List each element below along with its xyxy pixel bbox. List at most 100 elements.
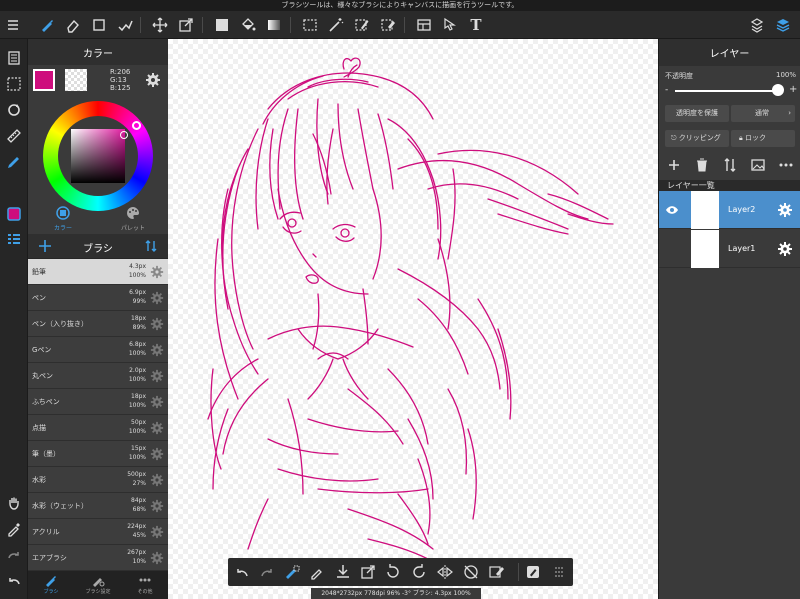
tab-palette[interactable]: パレット <box>98 202 168 238</box>
tab-other[interactable]: その他 <box>122 573 168 595</box>
tab-color[interactable]: カラー <box>28 202 98 238</box>
move-layer-icon[interactable] <box>721 156 739 174</box>
redo-icon[interactable] <box>3 544 25 566</box>
main-color-swatch[interactable] <box>33 69 55 91</box>
edit-selection-icon[interactable] <box>488 563 506 581</box>
select-eraser-icon[interactable] <box>377 14 399 36</box>
fill-color-icon[interactable] <box>211 14 233 36</box>
canvas-area[interactable] <box>168 39 658 599</box>
brush-row[interactable]: 丸ペン 2.0px 100% <box>28 363 168 389</box>
opacity-plus-icon[interactable]: + <box>789 84 797 95</box>
brush-row[interactable]: エアブラシ 267px 10% <box>28 545 168 571</box>
brush-settings-gear-icon[interactable] <box>150 343 164 357</box>
add-layer-icon[interactable] <box>665 156 683 174</box>
hue-picker-knob[interactable] <box>132 121 141 130</box>
add-image-layer-icon[interactable] <box>749 156 767 174</box>
saturation-value-square[interactable] <box>71 129 128 183</box>
brush-settings-gear-icon[interactable] <box>150 291 164 305</box>
eye-icon[interactable] <box>665 203 679 217</box>
brush-row[interactable]: ペン 6.9px 99% <box>28 285 168 311</box>
secondary-color-swatch[interactable] <box>65 69 87 91</box>
transform-icon[interactable] <box>175 14 197 36</box>
rotate-icon[interactable] <box>3 99 25 121</box>
brush-row[interactable]: ふちペン 18px 100% <box>28 389 168 415</box>
layers-icon[interactable] <box>772 14 794 36</box>
sort-brush-icon[interactable] <box>144 239 158 253</box>
drag-handle-icon[interactable] <box>550 563 568 581</box>
tab-brush[interactable]: ブラシ <box>28 573 74 595</box>
undo-icon[interactable] <box>233 563 251 581</box>
color-panel-toggle-icon[interactable] <box>3 203 25 225</box>
menu-icon[interactable] <box>2 14 24 36</box>
brush-settings-gear-icon[interactable] <box>150 317 164 331</box>
brush-row[interactable]: 筆（墨） 15px 100% <box>28 441 168 467</box>
clipping-button[interactable]: ⎋ クリッピング <box>665 130 729 147</box>
import-icon[interactable] <box>334 563 352 581</box>
edit-icon[interactable] <box>524 563 542 581</box>
layer-row[interactable]: Layer2 <box>659 191 800 229</box>
select-icon[interactable] <box>299 14 321 36</box>
redo-icon[interactable] <box>258 563 276 581</box>
tab-brush-settings[interactable]: ブラシ設定 <box>75 573 121 595</box>
brush-settings-gear-icon[interactable] <box>150 447 164 461</box>
undo-icon[interactable] <box>3 570 25 592</box>
smudge-icon[interactable] <box>114 14 136 36</box>
sv-picker-knob[interactable] <box>120 131 128 139</box>
gradient-icon[interactable] <box>263 14 285 36</box>
hand-icon[interactable] <box>3 492 25 514</box>
operation-icon[interactable] <box>439 14 461 36</box>
brush-settings-gear-icon[interactable] <box>150 499 164 513</box>
material-icon[interactable] <box>746 14 768 36</box>
brush-icon[interactable] <box>36 14 58 36</box>
brush-row[interactable]: アクリル 224px 45% <box>28 519 168 545</box>
eraser-icon[interactable] <box>62 14 84 36</box>
opacity-minus-icon[interactable]: - <box>665 85 668 95</box>
brush-settings-gear-icon[interactable] <box>150 369 164 383</box>
selection-icon[interactable] <box>3 73 25 95</box>
more-icon[interactable] <box>777 156 795 174</box>
magic-wand-icon[interactable] <box>325 14 347 36</box>
blend-mode-button[interactable]: 通常 › <box>731 105 795 122</box>
brush-settings-gear-icon[interactable] <box>150 395 164 409</box>
brush-row[interactable]: 点描 50px 100% <box>28 415 168 441</box>
brush-settings-gear-icon[interactable] <box>150 551 164 565</box>
reset-rotation-icon[interactable] <box>462 563 480 581</box>
eyedropper-icon[interactable] <box>308 563 326 581</box>
protect-alpha-button[interactable]: 透明度を保護 <box>665 105 729 122</box>
transform-icon[interactable] <box>359 563 377 581</box>
brush-values: 4.3px 100% <box>129 262 146 280</box>
move-icon[interactable] <box>149 14 171 36</box>
layer-settings-gear-icon[interactable] <box>777 202 793 218</box>
brush-row[interactable]: 水彩（ウェット） 84px 68% <box>28 493 168 519</box>
brush-row[interactable]: Gペン 6.8px 100% <box>28 337 168 363</box>
layer-settings-gear-icon[interactable] <box>777 241 793 257</box>
select-pen-icon[interactable] <box>351 14 373 36</box>
rotate-left-icon[interactable] <box>384 563 402 581</box>
opacity-slider[interactable] <box>675 90 783 92</box>
frame-icon[interactable] <box>413 14 435 36</box>
brush-panel-toggle-icon[interactable] <box>3 229 25 251</box>
hue-wheel[interactable] <box>43 101 153 211</box>
color-settings-gear-icon[interactable] <box>145 72 161 88</box>
eyedropper-icon[interactable] <box>3 518 25 540</box>
opacity-slider-knob[interactable] <box>772 84 784 96</box>
ruler-icon[interactable] <box>3 125 25 147</box>
canvas-icon[interactable] <box>3 47 25 69</box>
shape-icon[interactable] <box>88 14 110 36</box>
stabilizer-icon[interactable] <box>3 151 25 173</box>
brush-settings-gear-icon[interactable] <box>150 421 164 435</box>
bucket-icon[interactable] <box>237 14 259 36</box>
flip-horizontal-icon[interactable] <box>436 563 454 581</box>
rotate-right-icon[interactable] <box>410 563 428 581</box>
brush-settings-gear-icon[interactable] <box>150 265 164 279</box>
brush-settings-gear-icon[interactable] <box>150 473 164 487</box>
brush-settings-gear-icon[interactable] <box>150 525 164 539</box>
lock-button[interactable]: 🔒︎ ロック <box>731 130 795 147</box>
brush-row[interactable]: 鉛筆 4.3px 100% <box>28 259 168 285</box>
text-icon[interactable]: T <box>465 14 487 36</box>
layer-row[interactable]: Layer1 <box>659 230 800 268</box>
brush-row[interactable]: 水彩 500px 27% <box>28 467 168 493</box>
delete-layer-icon[interactable] <box>693 156 711 174</box>
brush-row[interactable]: ペン（入り抜き） 18px 89% <box>28 311 168 337</box>
lasso-fill-icon[interactable] <box>283 563 301 581</box>
